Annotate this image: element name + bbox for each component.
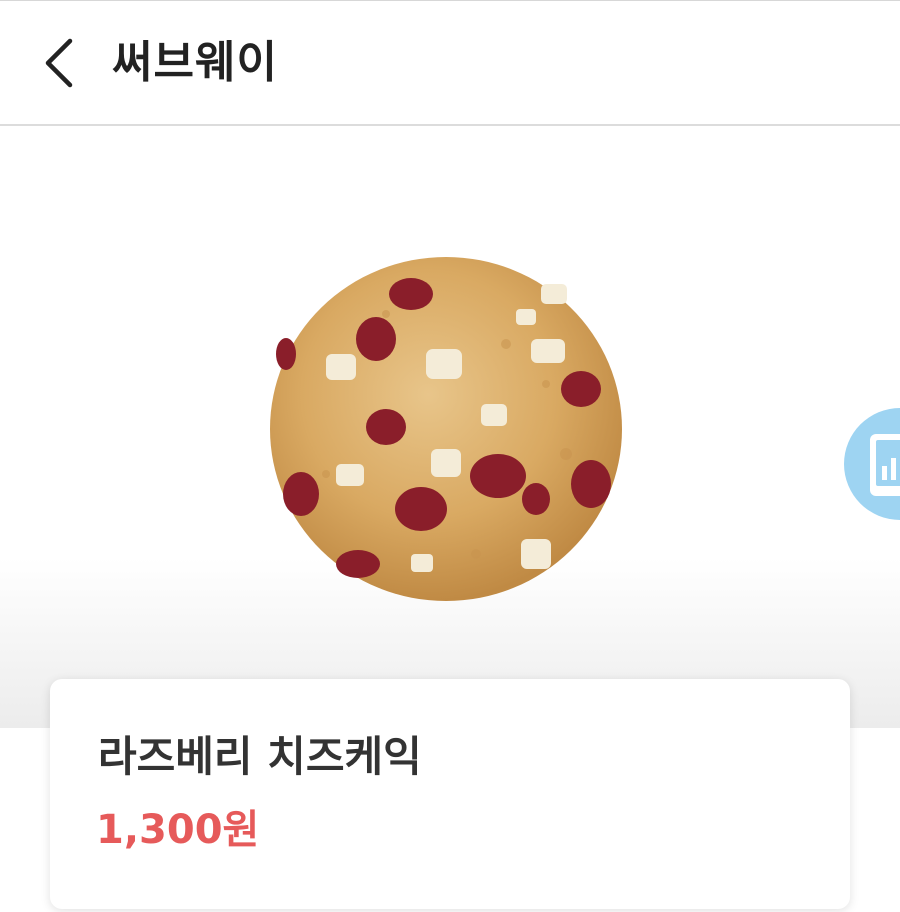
page-title: 써브웨이 — [112, 37, 278, 88]
product-image-area — [0, 128, 900, 728]
chevron-left-icon — [45, 38, 73, 88]
product-price: 1,300원 — [96, 807, 260, 853]
tablet-chart-icon — [870, 434, 900, 496]
back-button[interactable] — [30, 29, 90, 97]
floating-action-button[interactable] — [844, 408, 900, 520]
screen: 써브웨이 라즈베리 치즈케익 1,300원 — [0, 0, 900, 912]
product-image — [270, 257, 622, 601]
product-name: 라즈베리 치즈케익 — [98, 732, 422, 781]
app-header: 써브웨이 — [0, 0, 900, 126]
product-info-card: 라즈베리 치즈케익 1,300원 — [50, 679, 850, 909]
